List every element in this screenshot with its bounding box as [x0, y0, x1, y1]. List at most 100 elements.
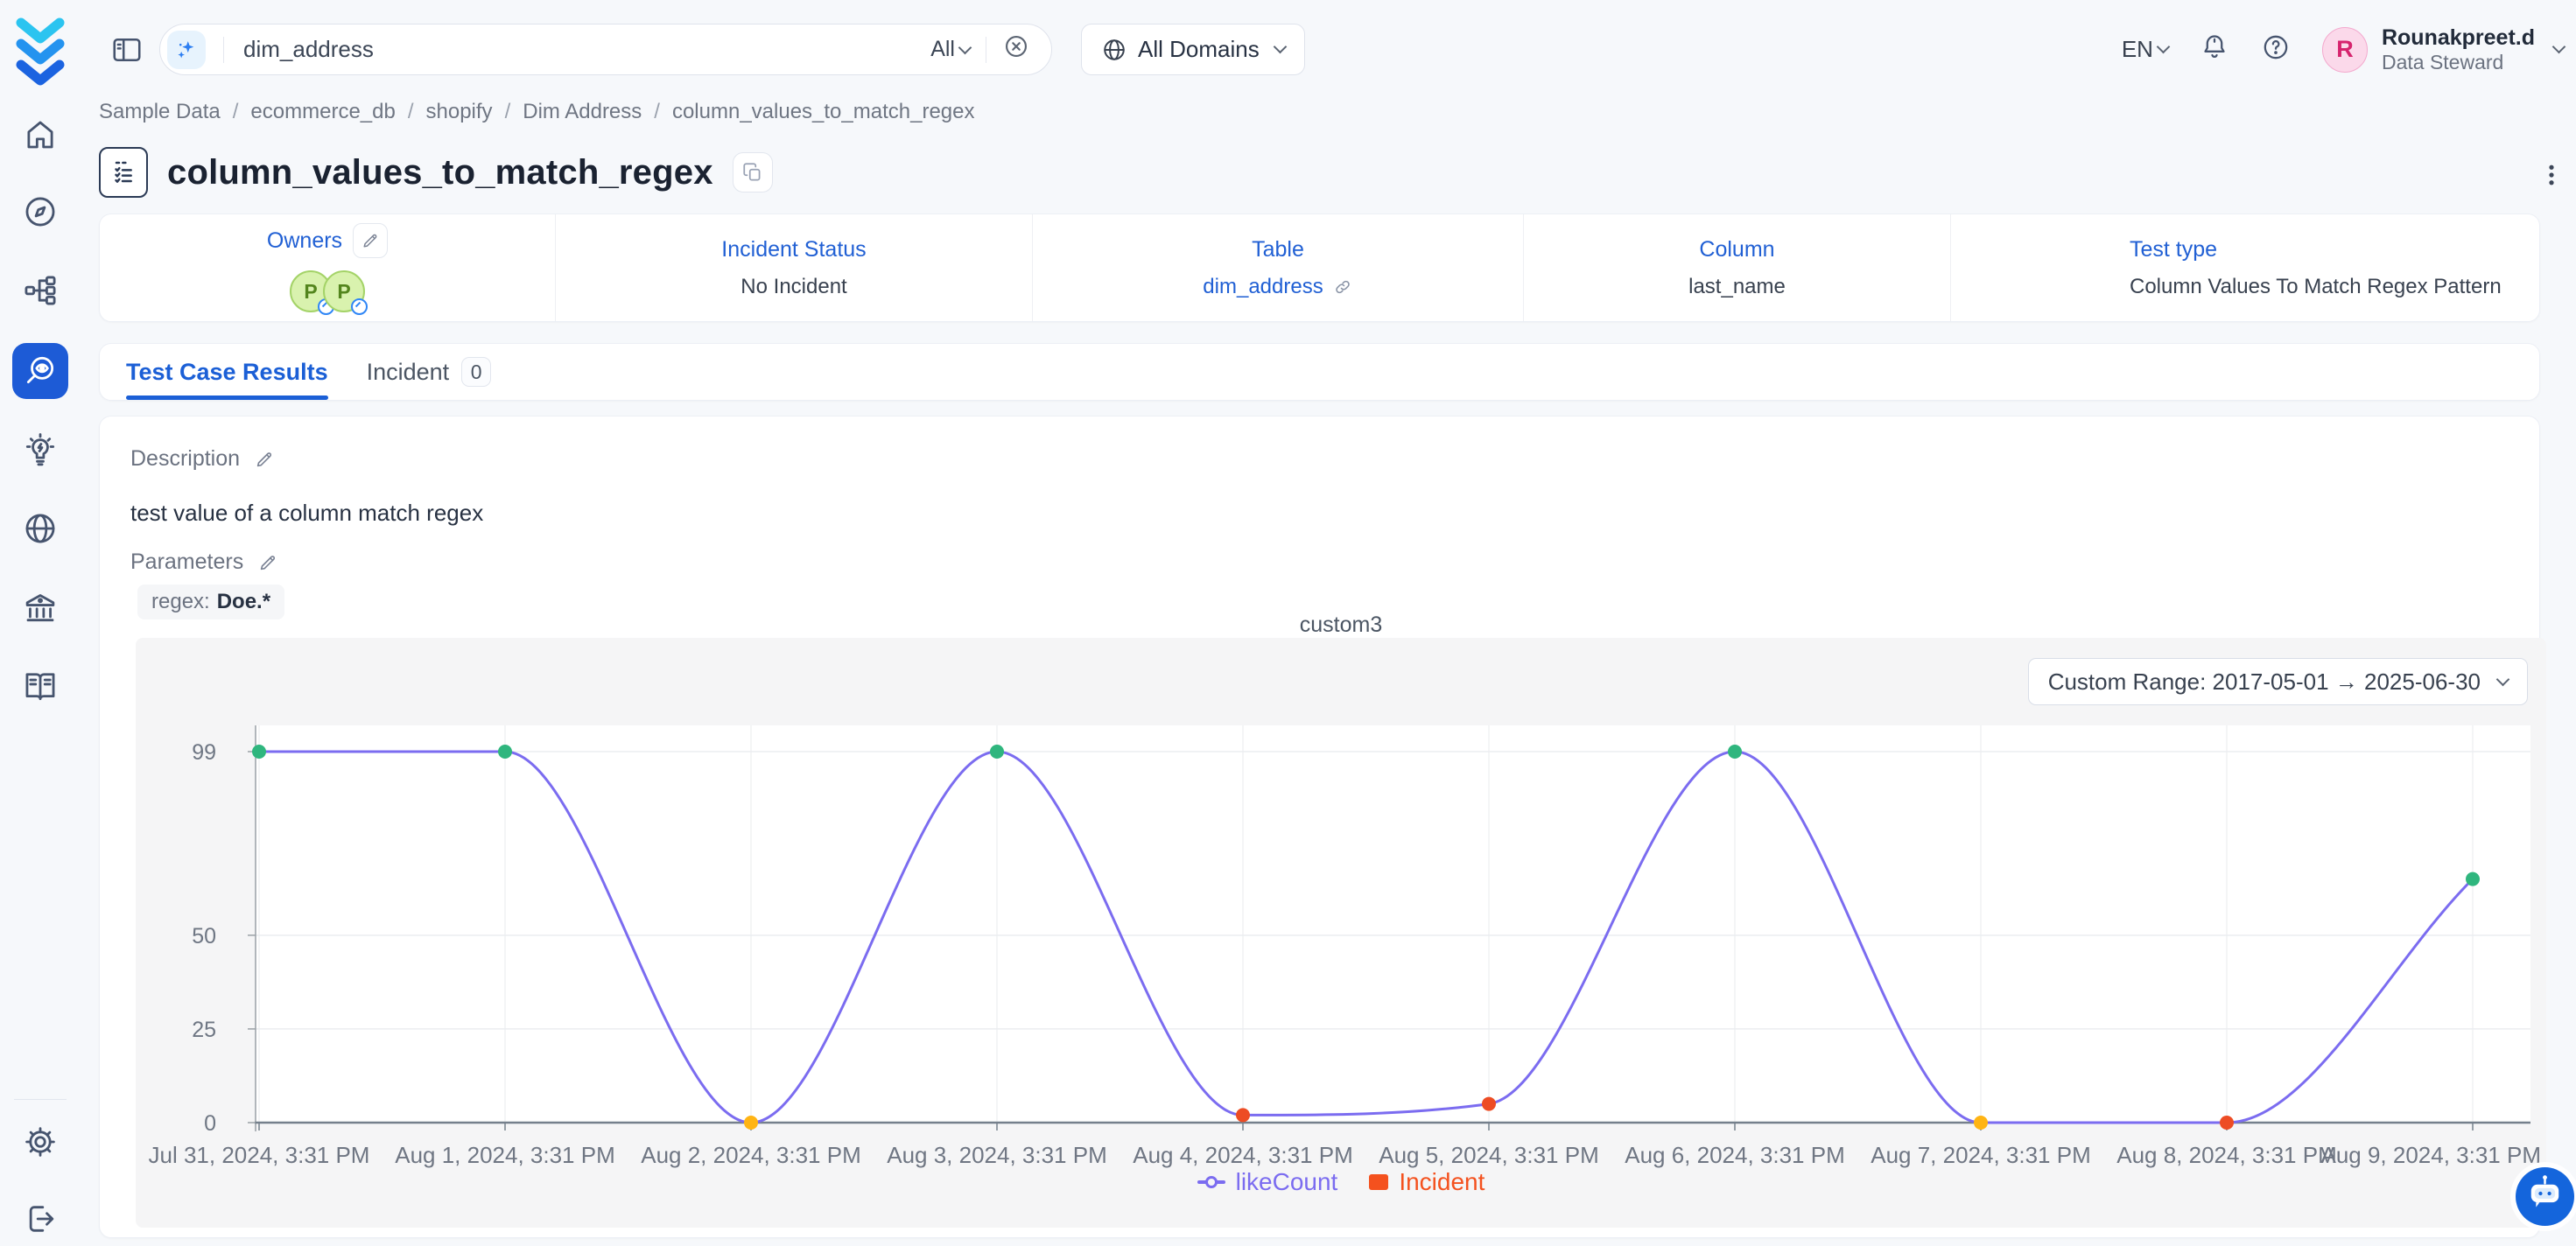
owner-avatars[interactable]: P P — [290, 270, 365, 312]
observability-icon — [22, 353, 59, 389]
edit-description-icon[interactable] — [254, 449, 275, 470]
owner-badge-icon — [351, 298, 368, 315]
search-scope-dropdown[interactable]: All — [930, 37, 970, 62]
search-divider — [223, 37, 224, 63]
compass-icon — [22, 193, 59, 230]
bell-icon — [2200, 32, 2229, 62]
breadcrumb-item[interactable]: column_values_to_match_regex — [672, 100, 975, 124]
sidebar-item-logout[interactable] — [12, 1191, 68, 1246]
chevron-down-icon — [1273, 40, 1287, 54]
owners-label: Owners — [267, 228, 342, 254]
globe-icon — [22, 510, 59, 547]
copy-icon — [741, 161, 764, 184]
openmetadata-logo-icon — [12, 12, 68, 86]
breadcrumb-item[interactable]: shopify — [426, 100, 493, 124]
incident-count-badge: 0 — [461, 357, 491, 387]
svg-text:Aug 9, 2024, 3:31 PM: Aug 9, 2024, 3:31 PM — [2320, 1142, 2541, 1168]
table-link[interactable]: dim_address — [1203, 275, 1352, 299]
app-screen: All All Domains EN R — [0, 0, 2576, 1246]
breadcrumb: Sample Data / ecommerce_db / shopify / D… — [99, 100, 975, 124]
breadcrumb-item[interactable]: Dim Address — [523, 100, 642, 124]
sidebar-item-insights[interactable] — [12, 422, 68, 478]
test-case-icon — [99, 147, 148, 198]
parameters-label: Parameters — [130, 550, 243, 575]
svg-text:Aug 8, 2024, 3:31 PM: Aug 8, 2024, 3:31 PM — [2116, 1142, 2337, 1168]
bank-icon — [22, 589, 59, 626]
chart-legend: likeCount Incident — [136, 1168, 2546, 1196]
owner-avatar[interactable]: P — [323, 270, 365, 312]
all-domains-button[interactable]: All Domains — [1081, 24, 1305, 75]
lightbulb-icon — [22, 431, 59, 468]
edit-owners-button[interactable] — [353, 223, 388, 258]
incident-status-value: No Incident — [741, 275, 846, 299]
search-clear-button[interactable] — [1002, 32, 1030, 66]
svg-text:Aug 5, 2024, 3:31 PM: Aug 5, 2024, 3:31 PM — [1379, 1142, 1599, 1168]
svg-text:Aug 6, 2024, 3:31 PM: Aug 6, 2024, 3:31 PM — [1625, 1142, 1845, 1168]
svg-text:Aug 4, 2024, 3:31 PM: Aug 4, 2024, 3:31 PM — [1133, 1142, 1353, 1168]
tab-incident[interactable]: Incident 0 — [367, 344, 492, 400]
topbar: All All Domains EN R — [81, 0, 2576, 99]
book-icon — [22, 667, 59, 704]
language-selector[interactable]: EN — [2122, 36, 2168, 63]
sidebar — [0, 0, 81, 1246]
sidebar-collapse-button[interactable] — [110, 33, 144, 66]
chevron-down-icon — [2157, 40, 2171, 54]
sidebar-divider — [14, 1099, 67, 1100]
chevron-down-icon — [2552, 40, 2566, 54]
sidebar-item-govern[interactable] — [12, 579, 68, 635]
sidebar-item-home[interactable] — [12, 107, 68, 163]
test-type-cell: Test type Column Values To Match Regex P… — [1951, 214, 2539, 321]
svg-text:25: 25 — [192, 1018, 216, 1042]
test-case-results-panel: Description test value of a column match… — [99, 416, 2540, 1238]
column-value: last_name — [1688, 275, 1786, 299]
search-input[interactable] — [242, 35, 930, 64]
sidebar-item-data-flow[interactable] — [12, 262, 68, 318]
pencil-icon — [361, 231, 380, 250]
sidebar-item-domains[interactable] — [12, 500, 68, 556]
sidebar-item-explore[interactable] — [12, 184, 68, 240]
notifications-button[interactable] — [2200, 32, 2229, 66]
breadcrumb-item[interactable]: Sample Data — [99, 100, 221, 124]
user-role: Data Steward — [2382, 51, 2535, 75]
ai-sparkles-icon[interactable] — [167, 31, 206, 69]
user-menu[interactable]: R Rounakpreet.d Data Steward — [2322, 24, 2564, 75]
description-label: Description — [130, 446, 240, 472]
svg-text:99: 99 — [192, 740, 216, 765]
svg-text:Aug 7, 2024, 3:31 PM: Aug 7, 2024, 3:31 PM — [1871, 1142, 2091, 1168]
edit-parameters-icon[interactable] — [257, 552, 278, 573]
sidebar-item-glossary[interactable] — [12, 657, 68, 713]
svg-text:0: 0 — [204, 1111, 216, 1136]
legend-item-incident[interactable]: Incident — [1369, 1168, 1485, 1196]
svg-text:Aug 1, 2024, 3:31 PM: Aug 1, 2024, 3:31 PM — [395, 1142, 615, 1168]
test-type-label: Test type — [2130, 237, 2217, 262]
page-title: column_values_to_match_regex — [167, 153, 713, 192]
chart-panel: Custom Range: 2017-05-01 → 2025-06-30 02… — [136, 638, 2546, 1228]
summary-card: Owners P P Incident Status No Incident T… — [99, 214, 2540, 322]
circle-x-icon — [1002, 32, 1030, 60]
sidebar-item-settings[interactable] — [12, 1114, 68, 1170]
table-cell: Table dim_address — [1033, 214, 1524, 321]
global-search-bar[interactable]: All — [159, 24, 1052, 75]
more-options-button[interactable] — [2534, 154, 2569, 196]
column-label: Column — [1699, 237, 1774, 262]
svg-text:Jul 31, 2024, 3:31 PM: Jul 31, 2024, 3:31 PM — [149, 1142, 370, 1168]
active-tab-underline — [126, 396, 328, 400]
gear-icon — [22, 1124, 59, 1160]
chevron-down-icon — [958, 41, 972, 55]
breadcrumb-item[interactable]: ecommerce_db — [250, 100, 395, 124]
avatar: R — [2322, 27, 2368, 73]
tab-test-case-results[interactable]: Test Case Results — [126, 344, 328, 400]
test-type-value: Column Values To Match Regex Pattern — [2130, 275, 2502, 299]
all-domains-label: All Domains — [1138, 36, 1260, 63]
copy-name-button[interactable] — [733, 152, 773, 192]
incident-status-cell: Incident Status No Incident — [556, 214, 1033, 321]
chart-title: custom3 — [136, 612, 2546, 638]
legend-item-likecount[interactable]: likeCount — [1197, 1168, 1338, 1196]
sidebar-item-observability[interactable] — [12, 343, 68, 399]
parameter-key: regex: — [151, 590, 210, 614]
chat-bot-button[interactable] — [2516, 1167, 2574, 1226]
incident-status-label: Incident Status — [721, 237, 866, 262]
help-button[interactable] — [2261, 32, 2291, 66]
breadcrumb-separator: / — [233, 100, 239, 124]
svg-text:Aug 2, 2024, 3:31 PM: Aug 2, 2024, 3:31 PM — [641, 1142, 861, 1168]
